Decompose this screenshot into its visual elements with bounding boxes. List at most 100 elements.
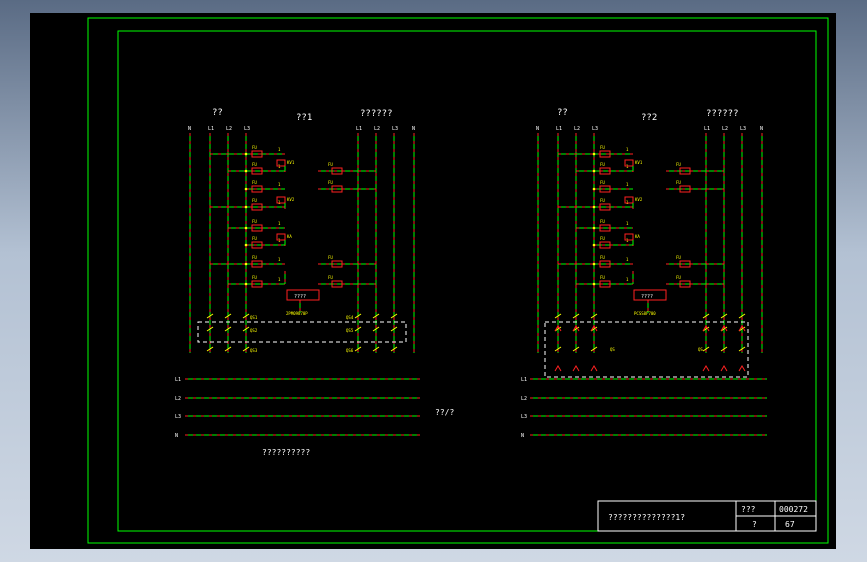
fuse-label: FU bbox=[600, 145, 605, 150]
title-block-sheet: 67 bbox=[785, 520, 795, 529]
terminal-label: L1 bbox=[356, 126, 362, 132]
right-circuit-label-c: ?????? bbox=[706, 109, 739, 119]
terminal-label: L1 bbox=[704, 126, 710, 132]
fuse-label: FU bbox=[600, 236, 605, 241]
fuse-label: FU bbox=[600, 180, 605, 185]
junction-dot bbox=[592, 226, 596, 230]
right-meter-model: PCSS8F700 bbox=[634, 311, 656, 316]
switch-label: QS2 bbox=[250, 328, 258, 333]
fuse-label: FU bbox=[328, 255, 333, 260]
terminal-label: L2 bbox=[722, 126, 728, 132]
junction-dot bbox=[244, 205, 248, 209]
fuse-label: FU bbox=[600, 219, 605, 224]
terminal-label: N bbox=[536, 126, 539, 132]
junction-dot bbox=[244, 152, 248, 156]
bus-label-l1: L1 bbox=[175, 377, 181, 383]
title-block-name: ??????????????1? bbox=[608, 513, 685, 522]
fuse-label: FU bbox=[252, 219, 257, 224]
terminal-label: L1 bbox=[208, 126, 214, 132]
arrow-mark bbox=[590, 365, 598, 372]
switch-label: QS1 bbox=[250, 315, 258, 320]
junction-dot bbox=[244, 226, 248, 230]
junction-dot bbox=[592, 169, 596, 173]
switch-label: QS5 bbox=[346, 328, 354, 333]
terminal-label: N bbox=[188, 126, 191, 132]
bus-label-n-right: N bbox=[521, 433, 524, 439]
title-block-sheet-label: ? bbox=[752, 520, 757, 529]
terminal-label: N bbox=[760, 126, 763, 132]
pin-label: 1 bbox=[278, 257, 281, 262]
junction-dot bbox=[244, 169, 248, 173]
fuse-label: FU bbox=[600, 255, 605, 260]
left-circuit-label-a: ?? bbox=[212, 108, 223, 118]
pin-label: 1 bbox=[278, 277, 281, 282]
fuse-label: FU bbox=[252, 162, 257, 167]
title-block-code: 000272 bbox=[779, 505, 808, 514]
title-block: ??????????????1? ??? 000272 ? 67 bbox=[597, 500, 817, 532]
fuse-label: FU bbox=[252, 145, 257, 150]
arrow-mark bbox=[572, 365, 580, 372]
left-meter-model: 2PM09870P bbox=[286, 311, 308, 316]
junction-dot bbox=[244, 262, 248, 266]
junction-dot bbox=[592, 205, 596, 209]
terminal-label: L2 bbox=[226, 126, 232, 132]
pin-label: 1 bbox=[626, 182, 629, 187]
fuse-label: FU bbox=[600, 162, 605, 167]
drawing-sheet: N L1 L2 L3 L1 L2 L3 N FU 1 FU 1 FU 1 FU 1 FU 1 FU 1 FU 1 FU 1 KV… bbox=[30, 13, 836, 549]
junction-dot bbox=[244, 243, 248, 247]
fuse-label: FU bbox=[600, 275, 605, 280]
fuse-label: FU bbox=[252, 255, 257, 260]
pin-label: 1 bbox=[626, 257, 629, 262]
right-meter-label: ???? bbox=[641, 294, 653, 300]
relay-label: KA bbox=[287, 234, 292, 239]
relay-label: KV1 bbox=[635, 160, 643, 165]
junction-dot bbox=[592, 262, 596, 266]
terminal-label: L3 bbox=[740, 126, 746, 132]
fuse-label: FU bbox=[328, 275, 333, 280]
relay-label: KV1 bbox=[287, 160, 295, 165]
junction-dot bbox=[592, 187, 596, 191]
switch-label: QS4 bbox=[346, 315, 354, 320]
junction-dot bbox=[244, 187, 248, 191]
terminal-label: L3 bbox=[592, 126, 598, 132]
title-block-code-label: ??? bbox=[741, 505, 756, 514]
left-switch-box bbox=[197, 321, 407, 343]
junction-dot bbox=[244, 282, 248, 286]
pin-label: 1 bbox=[626, 277, 629, 282]
junction-dot bbox=[592, 152, 596, 156]
left-caption: ?????????? bbox=[262, 448, 310, 457]
fuse-label: FU bbox=[328, 180, 333, 185]
terminal-label: L3 bbox=[392, 126, 398, 132]
right-circuit-label-b: ??2 bbox=[641, 113, 657, 123]
arrow-mark bbox=[738, 365, 746, 372]
switch-label: QS bbox=[610, 347, 615, 352]
fuse-label: FU bbox=[676, 180, 681, 185]
relay-label: KV2 bbox=[287, 197, 295, 202]
bus-label-l2: L2 bbox=[175, 396, 181, 402]
fuse-label: FU bbox=[252, 180, 257, 185]
relay-label: KA bbox=[635, 234, 640, 239]
right-circuit-label-a: ?? bbox=[557, 108, 568, 118]
terminal-label: L1 bbox=[556, 126, 562, 132]
bus-label-n: N bbox=[175, 433, 178, 439]
fuse-label: FU bbox=[252, 275, 257, 280]
left-circuit-label-c: ?????? bbox=[360, 109, 393, 119]
arrow-mark bbox=[720, 365, 728, 372]
bus-caption: ??/? bbox=[435, 408, 454, 417]
left-circuit-label-b: ??1 bbox=[296, 113, 312, 123]
pin-label: 1 bbox=[626, 221, 629, 226]
arrow-mark bbox=[702, 365, 710, 372]
right-circuit-wiring: N L1 L2 L3 L1 L2 L3 NFU 1FU 1FU 1FU 1FU 1FU 1FU 1FU 1KV… bbox=[536, 126, 763, 372]
switch-label: QS6 bbox=[346, 348, 354, 353]
outer-frame bbox=[87, 17, 829, 544]
arrow-mark bbox=[554, 365, 562, 372]
fuse-label: FU bbox=[676, 162, 681, 167]
fuse-label: FU bbox=[328, 162, 333, 167]
junction-dot bbox=[592, 282, 596, 286]
terminal-label: L2 bbox=[374, 126, 380, 132]
pin-label: 1 bbox=[278, 147, 281, 152]
fuse-label: FU bbox=[252, 198, 257, 203]
pin-label: 1 bbox=[278, 182, 281, 187]
terminal-label: L3 bbox=[244, 126, 250, 132]
pin-label: 1 bbox=[278, 221, 281, 226]
